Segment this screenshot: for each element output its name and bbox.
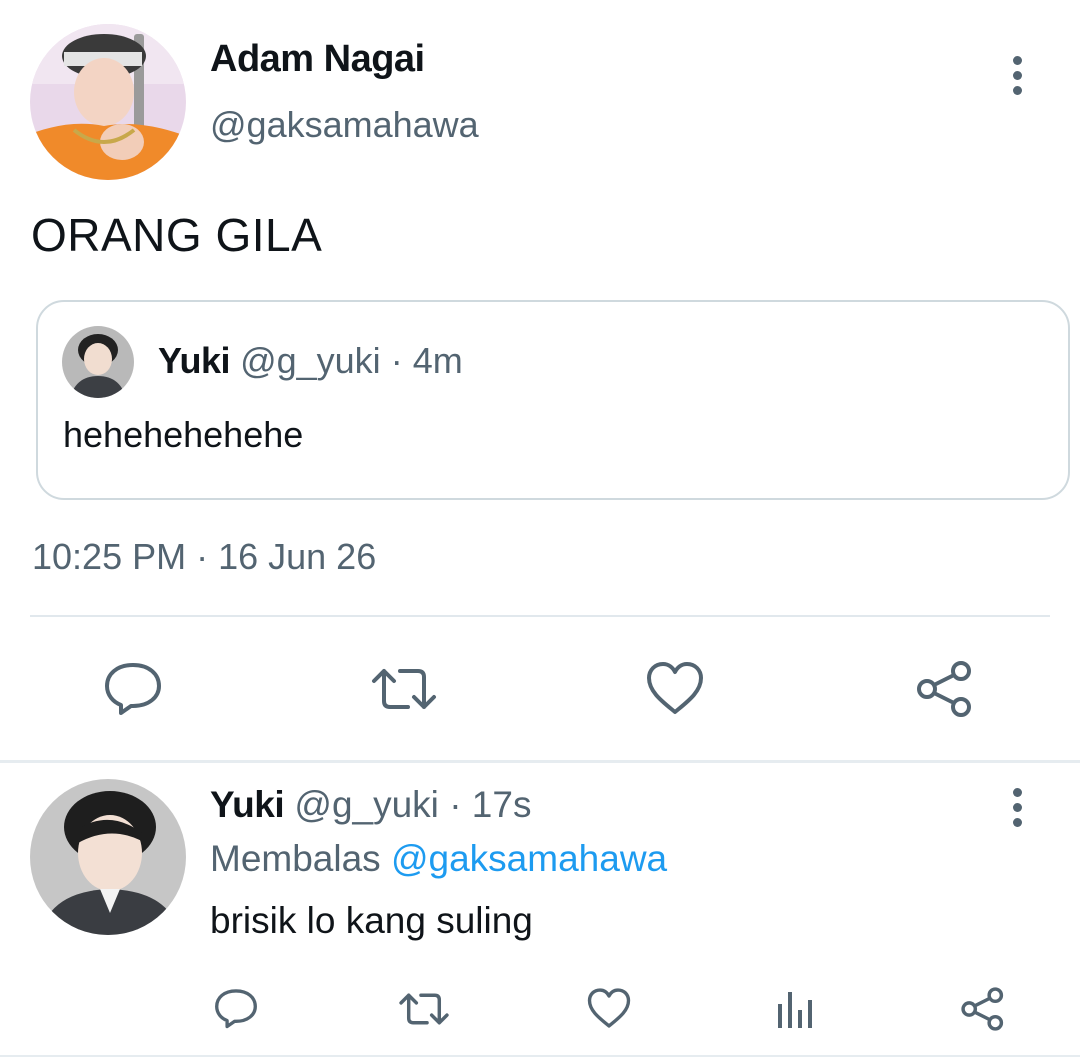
reply-header: Yuki @g_yuki · 17s [210, 784, 531, 826]
retweet-icon[interactable] [398, 989, 450, 1029]
analytics-icon[interactable] [776, 988, 816, 1030]
share-icon[interactable] [915, 659, 975, 719]
reply-time: 17s [471, 784, 532, 825]
quoted-header: Yuki @g_yuki · 4m [158, 340, 463, 382]
replying-label: Membalas [210, 838, 381, 879]
quoted-separator: · [390, 340, 403, 381]
avatar-yuki-image [62, 326, 134, 398]
avatar-adam-image [30, 24, 186, 180]
like-icon[interactable] [645, 660, 705, 716]
reply-icon[interactable] [102, 660, 164, 716]
quoted-handle[interactable]: @g_yuki [240, 340, 381, 381]
author-handle[interactable]: @gaksamahawa [210, 104, 479, 146]
section-divider [0, 760, 1080, 763]
bottom-divider [0, 1055, 1080, 1057]
avatar-yuki-image [30, 779, 186, 935]
quoted-author-avatar [62, 326, 134, 398]
replying-to: Membalas @gaksamahawa [210, 838, 667, 880]
author-avatar[interactable] [30, 24, 186, 180]
reply-text: brisik lo kang suling [210, 900, 533, 941]
quoted-display-name[interactable]: Yuki [158, 340, 231, 381]
reply-author-avatar[interactable] [30, 779, 186, 935]
share-icon[interactable] [960, 986, 1006, 1032]
reply-handle[interactable]: @g_yuki [294, 784, 439, 825]
tweet-timestamp[interactable]: 10:25 PM · 16 Jun 26 [32, 536, 376, 578]
replying-to-handle[interactable]: @gaksamahawa [391, 838, 667, 879]
more-vertical-icon[interactable] [997, 45, 1037, 105]
reply-icon[interactable] [213, 987, 259, 1029]
divider [30, 615, 1050, 617]
like-icon[interactable] [586, 987, 632, 1029]
quoted-time: 4m [412, 340, 463, 381]
tweet-text: ORANG GILA [31, 209, 323, 261]
quoted-tweet[interactable] [36, 300, 1070, 500]
retweet-icon[interactable] [370, 663, 438, 715]
more-vertical-icon[interactable] [997, 777, 1037, 837]
reply-separator: · [449, 784, 462, 825]
author-display-name[interactable]: Adam Nagai [210, 38, 425, 81]
quoted-text: hehehehehehe [63, 414, 304, 455]
reply-display-name[interactable]: Yuki [210, 784, 285, 825]
